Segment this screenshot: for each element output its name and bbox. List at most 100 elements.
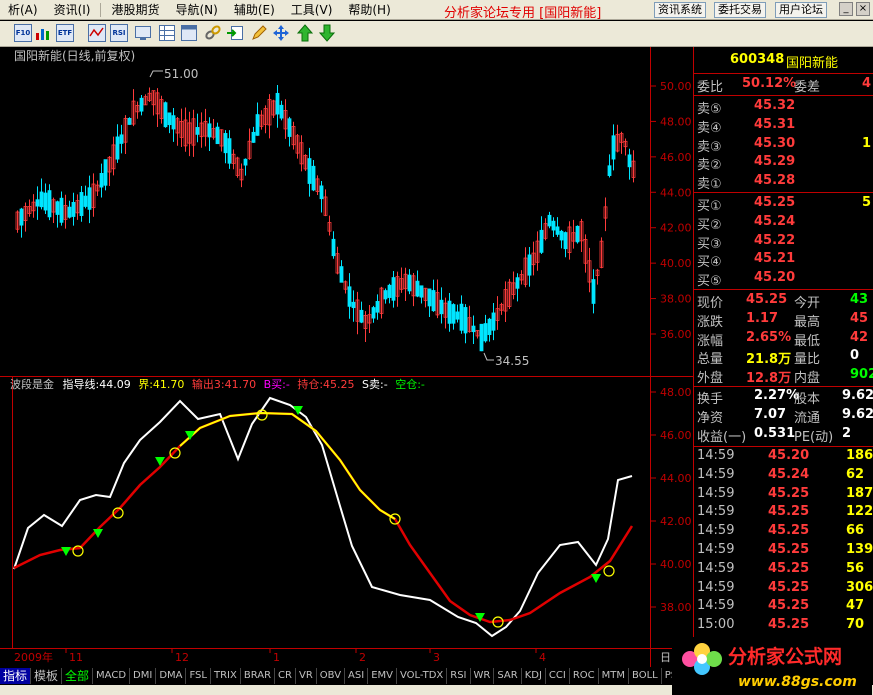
stat-value: 43	[850, 292, 869, 307]
bid-price: 45.21	[754, 251, 796, 267]
tab-指标[interactable]: 指标	[0, 668, 32, 684]
kline-title: 国阳新能(日线,前复权)	[14, 48, 135, 63]
stat-value: 45.25	[746, 292, 788, 307]
y-tick-label: 50.00	[660, 80, 692, 93]
quote-header: 600348 国阳新能	[694, 52, 873, 71]
tick-row: 14:59 45.25 139	[694, 542, 873, 560]
stock-code: 600348	[730, 52, 785, 67]
screen2-icon[interactable]	[180, 24, 198, 42]
tab-rsi[interactable]: RSI	[447, 668, 471, 684]
candle-body	[463, 307, 468, 334]
bid-price: 45.22	[754, 232, 796, 248]
quote-panel: 600348 国阳新能 委比 50.12% 委差 4 卖⑤ 45.32 卖④ 45.3…	[693, 47, 873, 667]
tab-boll[interactable]: BOLL	[629, 668, 662, 684]
ask-label: 卖①	[697, 177, 722, 193]
arrow-up-icon[interactable]	[296, 24, 314, 42]
tab-wr[interactable]: WR	[471, 668, 495, 684]
wave-icon[interactable]	[88, 24, 106, 42]
tab-macd[interactable]: MACD	[93, 668, 131, 684]
candle-body	[551, 220, 556, 231]
y-tick-label: 44.00	[660, 472, 692, 485]
tab-roc[interactable]: ROC	[570, 668, 599, 684]
stat-value: 2	[842, 425, 852, 441]
export-icon[interactable]	[226, 24, 244, 42]
y-tick-label: 36.00	[660, 328, 692, 341]
stat-label: 换手	[697, 392, 724, 407]
candle-body	[195, 127, 200, 135]
tick-time: 14:59	[697, 504, 735, 520]
tab-trix[interactable]: TRIX	[211, 668, 241, 684]
f10-icon[interactable]: F10	[14, 24, 32, 42]
f10-label: F10	[14, 24, 32, 42]
tab-dmi[interactable]: DMI	[130, 668, 157, 684]
candle-body	[223, 133, 228, 154]
close-icon[interactable]: ×	[856, 2, 870, 16]
menu-analysis[interactable]: 析(A)	[0, 1, 46, 18]
candle-body	[483, 323, 488, 342]
tab-brar[interactable]: BRAR	[241, 668, 276, 684]
candle-body	[563, 232, 568, 250]
tick-price: 45.25	[768, 617, 810, 633]
tab-asi[interactable]: ASI	[345, 668, 369, 684]
tab-cr[interactable]: CR	[275, 668, 296, 684]
screen-icon[interactable]	[134, 24, 152, 42]
candle-body	[419, 285, 424, 298]
trade-button[interactable]: 委托交易	[714, 2, 766, 18]
candle-body	[39, 191, 44, 208]
tab-vr[interactable]: VR	[296, 668, 317, 684]
stat-label: 总量	[697, 352, 724, 368]
y-tick-label: 46.00	[660, 151, 692, 164]
stat-label: 今开	[794, 296, 821, 311]
tab-kdj[interactable]: KDJ	[522, 668, 546, 684]
export-arrow-icon	[227, 26, 243, 40]
move-icon[interactable]	[272, 24, 290, 42]
tab-模板[interactable]: 模板	[31, 668, 63, 684]
tick-time: 14:59	[697, 485, 735, 501]
candle-body	[383, 290, 388, 300]
candle-body	[83, 195, 88, 207]
arrow-down-icon[interactable]	[318, 24, 336, 42]
candle-body	[103, 159, 108, 186]
etf-icon[interactable]: ETF	[56, 24, 74, 42]
bar-icon[interactable]	[34, 24, 52, 42]
menu-navigation[interactable]: 导航(N)	[168, 1, 226, 18]
tick-price: 45.25	[768, 598, 810, 614]
candle-body	[251, 131, 256, 143]
stat-row: 净资 7.07 流通 9.62	[694, 407, 873, 426]
tab-dma[interactable]: DMA	[156, 668, 187, 684]
candle-body	[375, 301, 380, 313]
minimize-icon[interactable]: _	[839, 2, 853, 16]
forum-button[interactable]: 用户论坛	[775, 2, 827, 18]
menu-info[interactable]: 资讯(I)	[46, 1, 99, 18]
site-logo: 分析家公式网 www.88gs.com	[672, 637, 872, 695]
tab-fsl[interactable]: FSL	[186, 668, 211, 684]
tab-obv[interactable]: OBV	[317, 668, 346, 684]
circle-signal-marker	[603, 565, 615, 577]
link-icon[interactable]	[204, 24, 222, 42]
candle-body	[67, 206, 72, 218]
tab-vol-tdx[interactable]: VOL-TDX	[397, 668, 448, 684]
y-tick-label: 40.00	[660, 558, 692, 571]
candle-body	[387, 284, 392, 298]
tick-volume: 62	[846, 466, 865, 482]
tab-全部[interactable]: 全部	[62, 668, 94, 684]
candle-body	[607, 165, 612, 176]
signal-markers	[61, 406, 615, 628]
menu-hk-futures[interactable]: 港股期货	[103, 1, 167, 18]
grid-icon[interactable]	[158, 24, 176, 42]
pencil-icon[interactable]	[250, 24, 268, 42]
chart-svg[interactable]: 50.00 48.00 46.00 44.00 42.00 40.00 38.00 36.00…	[0, 47, 693, 667]
menu-assist[interactable]: 辅助(E)	[226, 1, 283, 18]
candle-body	[47, 190, 52, 218]
tab-mtm[interactable]: MTM	[599, 668, 630, 684]
stat-row: 涨跌 1.17 最高 45	[694, 311, 873, 330]
tab-emv[interactable]: EMV	[368, 668, 397, 684]
chart-area[interactable]: 50.00 48.00 46.00 44.00 42.00 40.00 38.00 36.00…	[0, 47, 693, 667]
tab-cci[interactable]: CCI	[546, 668, 570, 684]
tab-sar[interactable]: SAR	[494, 668, 522, 684]
info-system-button[interactable]: 资讯系统	[654, 2, 706, 18]
candle-body	[319, 185, 324, 200]
menu-tools[interactable]: 工具(V)	[283, 1, 341, 18]
menu-help[interactable]: 帮助(H)	[340, 1, 398, 18]
rsi-icon[interactable]: RSI	[110, 24, 128, 42]
